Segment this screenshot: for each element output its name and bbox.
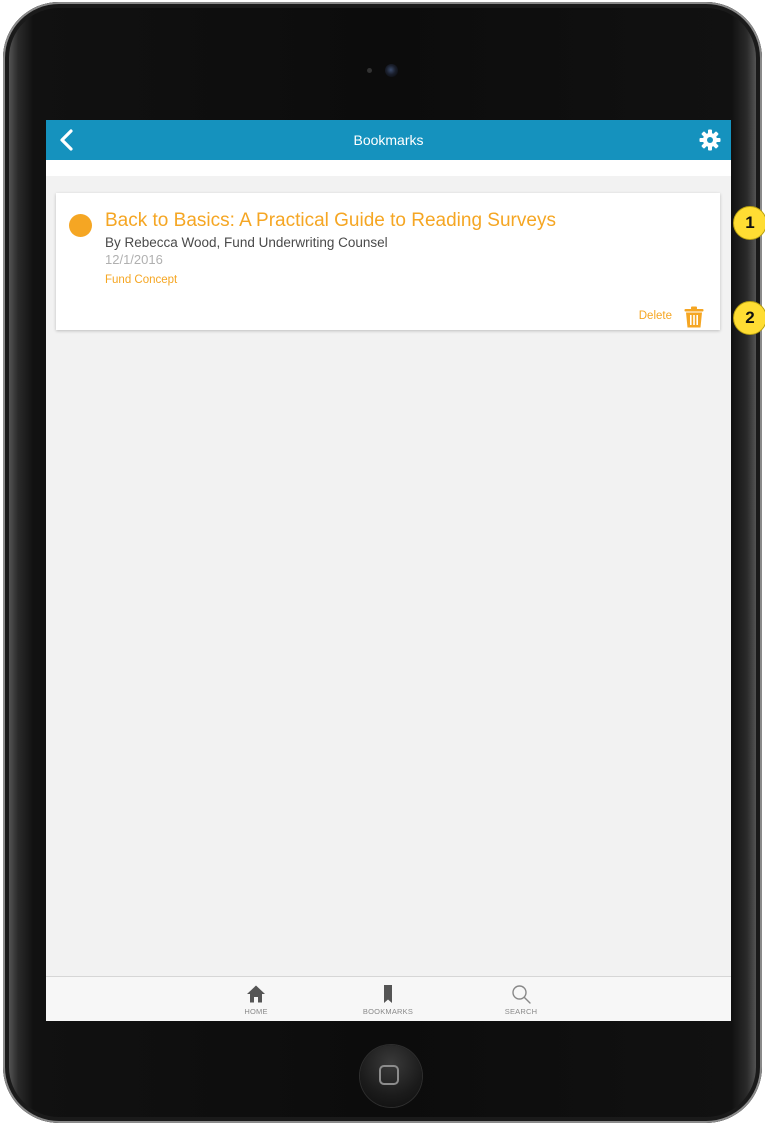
bookmark-author: By Rebecca Wood, Fund Underwriting Couns…	[105, 235, 388, 250]
annotation-callout-2: 2	[733, 301, 765, 335]
bookmark-card[interactable]: Back to Basics: A Practical Guide to Rea…	[56, 193, 720, 330]
tab-home[interactable]: HOME	[216, 977, 296, 1021]
tab-search-label: SEARCH	[504, 1007, 538, 1016]
tab-bookmarks[interactable]: BOOKMARKS	[348, 977, 428, 1021]
delete-button[interactable]: Delete	[639, 310, 672, 322]
bookmark-date: 12/1/2016	[105, 252, 163, 267]
search-icon	[512, 985, 531, 1004]
settings-button[interactable]	[699, 129, 721, 151]
sensor-dot	[367, 68, 372, 73]
bookmark-title[interactable]: Back to Basics: A Practical Guide to Rea…	[105, 210, 556, 232]
home-hardware-button[interactable]	[360, 1045, 422, 1107]
delete-trash-button[interactable]	[684, 306, 704, 328]
tab-search[interactable]: SEARCH	[481, 977, 561, 1021]
bookmark-category[interactable]: Fund Concept	[105, 274, 177, 286]
annotation-callout-1: 1	[733, 206, 765, 240]
header-spacer	[46, 160, 731, 176]
home-icon	[247, 985, 265, 1003]
camera-icon	[385, 64, 398, 77]
trash-icon	[684, 306, 704, 328]
tab-bar: HOME BOOKMARKS SEARCH	[46, 976, 731, 1021]
unread-dot-icon	[69, 214, 92, 237]
tab-bookmarks-label: BOOKMARKS	[362, 1007, 414, 1016]
home-button-square-icon	[379, 1065, 399, 1085]
bookmark-icon	[384, 985, 392, 1003]
page-title: Bookmarks	[353, 132, 424, 148]
navigation-bar: Bookmarks	[46, 120, 731, 160]
gear-icon	[699, 129, 721, 151]
tab-home-label: HOME	[244, 1007, 268, 1016]
app-screen: Bookmarks Back to Basics: A Practical Gu…	[46, 120, 731, 1021]
